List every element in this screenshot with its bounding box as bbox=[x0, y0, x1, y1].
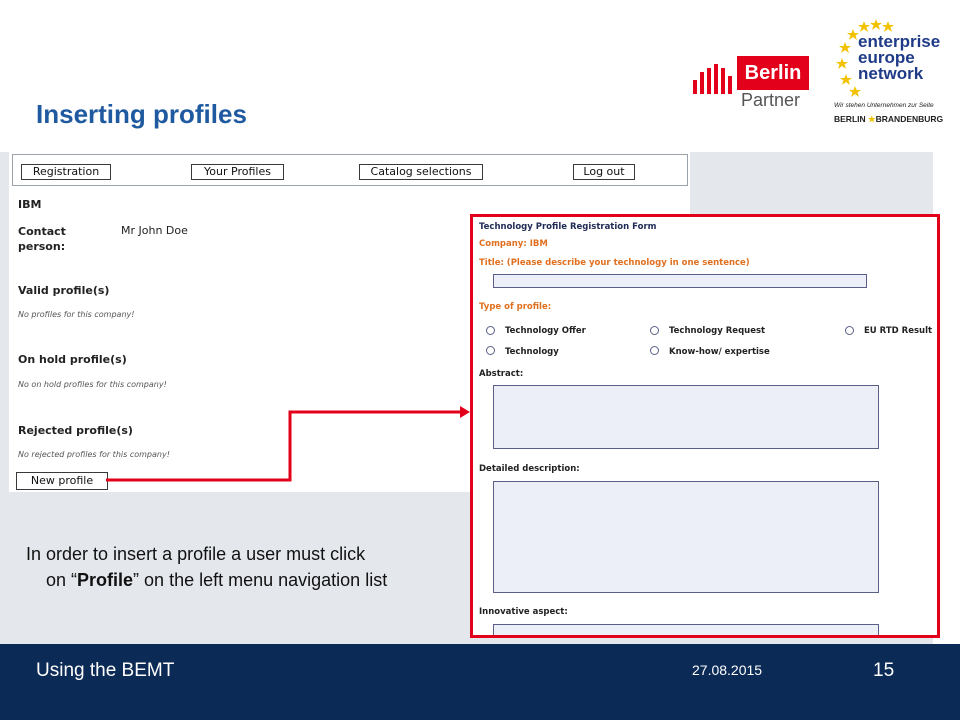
detailed-description-textarea[interactable] bbox=[493, 481, 879, 593]
technology-request-radio[interactable] bbox=[650, 326, 659, 335]
rejected-profiles-note: No rejected profiles for this company! bbox=[18, 450, 170, 459]
valid-profiles-heading: Valid profile(s) bbox=[18, 284, 110, 297]
know-how-radio[interactable] bbox=[650, 346, 659, 355]
eu-rtd-result-label: EU RTD Result bbox=[864, 326, 933, 336]
innovative-aspect-label: Innovative aspect: bbox=[479, 607, 568, 617]
contact-person-label: Contact person: bbox=[18, 225, 66, 253]
een-region: BERLIN ★BRANDENBURG bbox=[834, 114, 944, 124]
innovative-aspect-textarea[interactable] bbox=[493, 624, 879, 635]
page-number: 15 bbox=[873, 660, 895, 681]
form-title-label: Title: (Please describe your technology … bbox=[479, 258, 750, 268]
footer-bar: Using the BEMT 27.08.2015 15 bbox=[0, 644, 960, 720]
technology-radio[interactable] bbox=[486, 346, 495, 355]
een-tagline: Wir stehen Unternehmen zur Seite bbox=[834, 102, 934, 109]
registration-form-screenshot: Technology Profile Registration Form Com… bbox=[470, 214, 940, 638]
partner-logo-text: Partner bbox=[741, 90, 801, 110]
technology-request-label: Technology Request bbox=[669, 326, 766, 336]
on-hold-profiles-heading: On hold profile(s) bbox=[18, 353, 127, 366]
form-title: Technology Profile Registration Form bbox=[479, 222, 657, 232]
berlin-partner-logo: Berlin Partner bbox=[693, 56, 811, 112]
abstract-label: Abstract: bbox=[479, 369, 524, 379]
technology-offer-radio[interactable] bbox=[486, 326, 495, 335]
type-of-profile-label: Type of profile: bbox=[479, 302, 552, 312]
footer-date: 27.08.2015 bbox=[692, 662, 763, 678]
your-profiles-button[interactable]: Your Profiles bbox=[191, 164, 284, 180]
know-how-label: Know-how/ expertise bbox=[669, 347, 770, 357]
log-out-button[interactable]: Log out bbox=[573, 164, 635, 180]
eu-rtd-result-radio[interactable] bbox=[845, 326, 854, 335]
title-input[interactable] bbox=[493, 274, 867, 288]
contact-person-value: Mr John Doe bbox=[121, 224, 188, 237]
form-company: Company: IBM bbox=[479, 239, 548, 249]
rejected-profiles-heading: Rejected profile(s) bbox=[18, 424, 133, 437]
on-hold-profiles-note: No on hold profiles for this company! bbox=[18, 380, 167, 389]
catalog-selections-button[interactable]: Catalog selections bbox=[359, 164, 483, 180]
berlin-logo-text: Berlin bbox=[737, 56, 809, 90]
new-profile-button[interactable]: New profile bbox=[16, 472, 108, 490]
slide-title: Inserting profiles bbox=[36, 99, 247, 129]
detailed-description-label: Detailed description: bbox=[479, 464, 580, 474]
top-navigation: Registration Your Profiles Catalog selec… bbox=[12, 154, 688, 186]
footer-title: Using the BEMT bbox=[36, 660, 175, 681]
instruction-text: In order to insert a profile a user must… bbox=[26, 544, 388, 590]
abstract-textarea[interactable] bbox=[493, 385, 879, 449]
registration-button[interactable]: Registration bbox=[21, 164, 111, 180]
star-icon: ★ bbox=[868, 114, 876, 124]
een-logo: enterprise europe network Wir stehen Unt… bbox=[832, 18, 944, 128]
company-name: IBM bbox=[18, 198, 42, 211]
technology-label: Technology bbox=[505, 347, 559, 357]
brandenburg-gate-icon bbox=[693, 64, 733, 94]
technology-offer-label: Technology Offer bbox=[505, 326, 586, 336]
een-wordmark: enterprise europe network bbox=[858, 32, 941, 83]
valid-profiles-note: No profiles for this company! bbox=[18, 310, 135, 319]
